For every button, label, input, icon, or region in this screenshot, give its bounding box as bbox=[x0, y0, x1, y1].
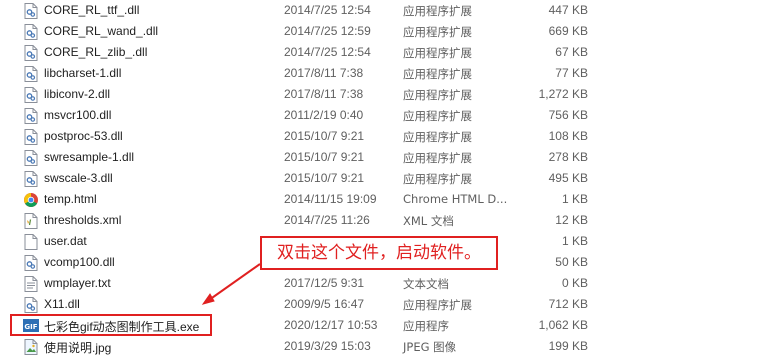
dll-icon bbox=[23, 128, 39, 145]
file-date-modified: 2014/7/25 12:54 bbox=[284, 3, 371, 17]
file-size: 199 KB bbox=[548, 339, 588, 353]
dll-icon bbox=[23, 23, 39, 40]
file-row[interactable]: X11.dll 2009/9/5 16:47 应用程序扩展 712 KB bbox=[0, 294, 768, 315]
file-row[interactable]: thresholds.xml 2014/7/25 11:26 XML 文档 12 KB bbox=[0, 210, 768, 231]
dll-icon bbox=[23, 149, 39, 166]
file-row[interactable]: postproc-53.dll 2015/10/7 9:21 应用程序扩展 108 K… bbox=[0, 126, 768, 147]
file-size: 50 KB bbox=[555, 255, 588, 269]
file-size: 12 KB bbox=[555, 213, 588, 227]
text-file-icon bbox=[23, 275, 39, 292]
file-name: CORE_RL_ttf_.dll bbox=[44, 3, 140, 17]
file-date-modified: 2014/11/15 19:09 bbox=[284, 192, 377, 206]
file-date-modified: 2009/9/5 16:47 bbox=[284, 297, 365, 311]
dll-icon bbox=[23, 254, 39, 271]
file-size: 495 KB bbox=[548, 171, 588, 185]
file-size: 1,062 KB bbox=[538, 318, 588, 332]
file-name: libiconv-2.dll bbox=[44, 87, 111, 101]
file-name: CORE_RL_zlib_.dll bbox=[44, 45, 148, 59]
file-name: temp.html bbox=[44, 192, 97, 206]
file-type: 应用程序扩展 bbox=[403, 46, 472, 60]
file-name: vcomp100.dll bbox=[44, 255, 115, 269]
file-row[interactable]: swscale-3.dll 2015/10/7 9:21 应用程序扩展 495 KB bbox=[0, 168, 768, 189]
file-type: 应用程序扩展 bbox=[403, 298, 472, 312]
file-type: 文本文档 bbox=[403, 277, 449, 291]
file-type: 应用程序扩展 bbox=[403, 130, 472, 144]
annotation-callout: 双击这个文件，启动软件。 bbox=[260, 236, 498, 270]
file-size: 1 KB bbox=[561, 234, 588, 248]
file-row[interactable]: wmplayer.txt 2017/12/5 9:31 文本文档 0 KB bbox=[0, 273, 768, 294]
file-type: 应用程序扩展 bbox=[403, 67, 472, 81]
chrome-icon bbox=[23, 191, 39, 208]
file-type: JPEG 图像 bbox=[403, 340, 457, 354]
file-date-modified: 2017/8/11 7:38 bbox=[284, 66, 364, 80]
dll-icon bbox=[23, 44, 39, 61]
dll-icon bbox=[23, 170, 39, 187]
file-size: 108 KB bbox=[548, 129, 588, 143]
file-size: 278 KB bbox=[548, 150, 588, 164]
file-row[interactable]: msvcr100.dll 2011/2/19 0:40 应用程序扩展 756 KB bbox=[0, 105, 768, 126]
file-size: 77 KB bbox=[555, 66, 588, 80]
file-size: 67 KB bbox=[555, 45, 588, 59]
file-type: 应用程序扩展 bbox=[403, 172, 472, 186]
file-type: 应用程序扩展 bbox=[403, 88, 472, 102]
file-row[interactable]: CORE_RL_ttf_.dll 2014/7/25 12:54 应用程序扩展 447… bbox=[0, 0, 768, 21]
dll-icon bbox=[23, 107, 39, 124]
file-type: 应用程序扩展 bbox=[403, 25, 472, 39]
image-file-icon bbox=[23, 338, 39, 355]
file-name: msvcr100.dll bbox=[44, 108, 112, 122]
file-size: 1,272 KB bbox=[538, 87, 588, 101]
file-date-modified: 2015/10/7 9:21 bbox=[284, 171, 365, 185]
file-size: 756 KB bbox=[548, 108, 588, 122]
file-type: 应用程序扩展 bbox=[403, 4, 472, 18]
file-date-modified: 2017/12/5 9:31 bbox=[284, 276, 365, 290]
file-type: 应用程序扩展 bbox=[403, 151, 472, 165]
file-type: XML 文档 bbox=[403, 214, 454, 228]
file-type: 应用程序扩展 bbox=[403, 109, 472, 123]
file-date-modified: 2014/7/25 12:59 bbox=[284, 24, 371, 38]
file-name: postproc-53.dll bbox=[44, 129, 123, 143]
file-name: swresample-1.dll bbox=[44, 150, 135, 164]
xml-file-icon bbox=[23, 212, 39, 229]
file-row[interactable]: CORE_RL_wand_.dll 2014/7/25 12:59 应用程序扩展 66… bbox=[0, 21, 768, 42]
file-row[interactable]: libiconv-2.dll 2017/8/11 7:38 应用程序扩展 1,272 … bbox=[0, 84, 768, 105]
file-name: user.dat bbox=[44, 234, 87, 248]
file-date-modified: 2020/12/17 10:53 bbox=[284, 318, 378, 332]
file-date-modified: 2014/7/25 12:54 bbox=[284, 45, 371, 59]
dll-icon bbox=[23, 296, 39, 313]
file-name: thresholds.xml bbox=[44, 213, 122, 227]
file-date-modified: 2015/10/7 9:21 bbox=[284, 129, 365, 143]
file-row[interactable]: libcharset-1.dll 2017/8/11 7:38 应用程序扩展 77 K… bbox=[0, 63, 768, 84]
file-date-modified: 2017/8/11 7:38 bbox=[284, 87, 364, 101]
file-row[interactable]: CORE_RL_zlib_.dll 2014/7/25 12:54 应用程序扩展 67… bbox=[0, 42, 768, 63]
file-date-modified: 2015/10/7 9:21 bbox=[284, 150, 365, 164]
file-name: wmplayer.txt bbox=[44, 276, 111, 290]
highlight-box bbox=[10, 314, 212, 336]
file-date-modified: 2014/7/25 11:26 bbox=[284, 213, 370, 227]
file-size: 447 KB bbox=[548, 3, 588, 17]
file-type: Chrome HTML D... bbox=[403, 192, 508, 206]
file-name: X11.dll bbox=[44, 297, 80, 311]
file-name: swscale-3.dll bbox=[44, 171, 113, 185]
file-name: libcharset-1.dll bbox=[44, 66, 122, 80]
file-name: 使用说明.jpg bbox=[44, 341, 112, 355]
file-size: 669 KB bbox=[548, 24, 588, 38]
file-size: 712 KB bbox=[548, 297, 588, 311]
file-row[interactable]: temp.html 2014/11/15 19:09 Chrome HTML D..… bbox=[0, 189, 768, 210]
dll-icon bbox=[23, 65, 39, 82]
dll-icon bbox=[23, 86, 39, 103]
file-size: 1 KB bbox=[561, 192, 588, 206]
file-row[interactable]: swresample-1.dll 2015/10/7 9:21 应用程序扩展 278 … bbox=[0, 147, 768, 168]
file-date-modified: 2011/2/19 0:40 bbox=[284, 108, 364, 122]
file-date-modified: 2019/3/29 15:03 bbox=[284, 339, 371, 353]
file-size: 0 KB bbox=[561, 276, 588, 290]
blank-file-icon bbox=[23, 233, 39, 250]
dll-icon bbox=[23, 2, 39, 19]
file-row[interactable]: 使用说明.jpg 2019/3/29 15:03 JPEG 图像 199 KB bbox=[0, 336, 768, 357]
file-name: CORE_RL_wand_.dll bbox=[44, 24, 159, 38]
file-type: 应用程序 bbox=[403, 319, 449, 333]
